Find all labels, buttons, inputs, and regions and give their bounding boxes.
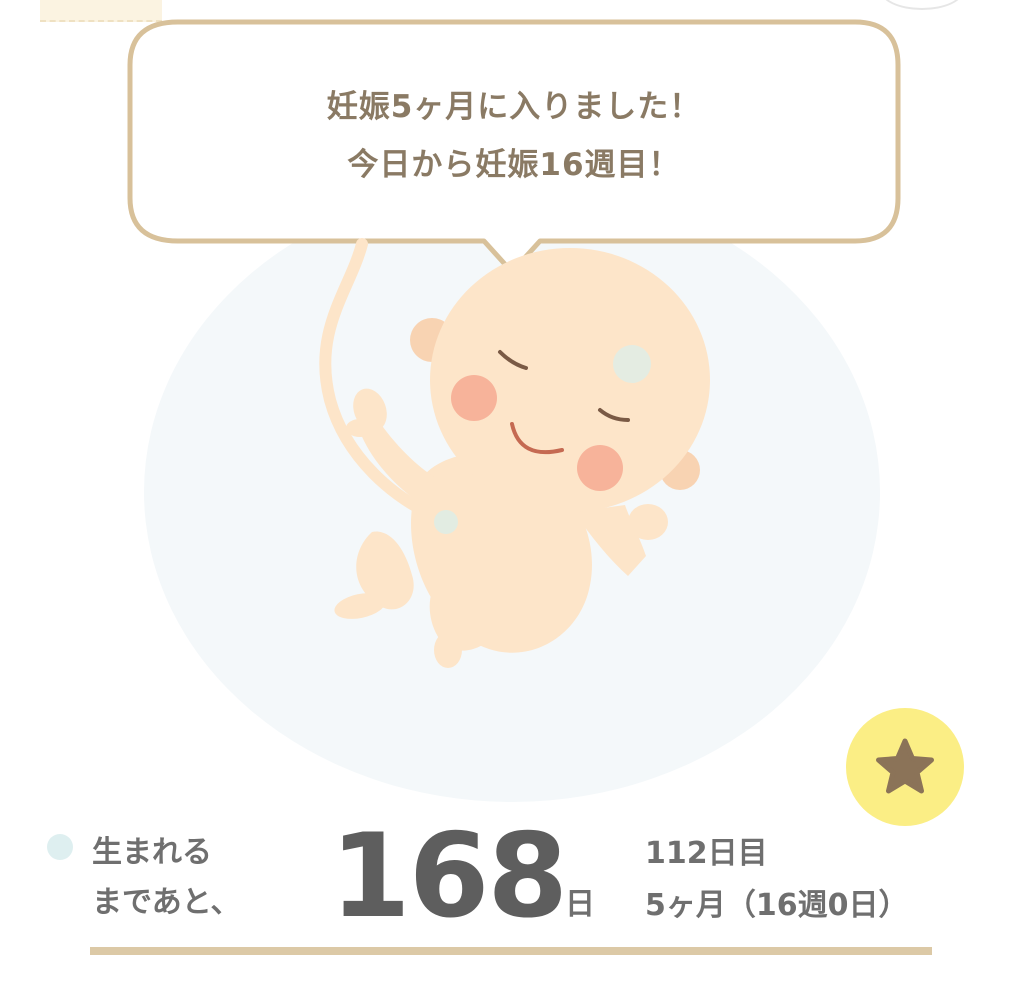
pregnancy-status-screen: 妊娠5ヶ月に入りました！ 今日から妊娠16週目！ 生まれる まであと、 168 … bbox=[0, 0, 1024, 981]
pregnancy-day-info: 112日目 5ヶ月（16週0日） bbox=[645, 828, 909, 932]
baby-cheek-right bbox=[577, 445, 623, 491]
favorite-button[interactable] bbox=[846, 708, 964, 826]
pregnancy-day-count: 112日目 bbox=[645, 836, 768, 871]
baby-head-spot bbox=[613, 345, 651, 383]
star-icon bbox=[876, 738, 934, 794]
pregnancy-month-week: 5ヶ月（16週0日） bbox=[645, 888, 909, 923]
speech-line-2: 今日から妊娠16週目！ bbox=[347, 147, 681, 183]
speech-line-1: 妊娠5ヶ月に入りました！ bbox=[326, 89, 702, 125]
countdown-bullet bbox=[47, 834, 73, 860]
speech-bubble-text: 妊娠5ヶ月に入りました！ 今日から妊娠16週目！ bbox=[130, 78, 898, 194]
bottom-divider bbox=[90, 947, 932, 955]
days-remaining-number: 168 bbox=[330, 809, 568, 944]
days-remaining-unit: 日 bbox=[565, 887, 595, 922]
baby-cheek-left bbox=[451, 375, 497, 421]
countdown-label-line1: 生まれる bbox=[92, 835, 212, 870]
baby-navel-spot bbox=[434, 510, 458, 534]
countdown-label-line2: まであと、 bbox=[92, 885, 241, 920]
countdown-label: 生まれる まであと、 bbox=[92, 828, 241, 928]
baby-foot-right bbox=[434, 632, 462, 668]
baby-hand-right bbox=[628, 504, 668, 540]
